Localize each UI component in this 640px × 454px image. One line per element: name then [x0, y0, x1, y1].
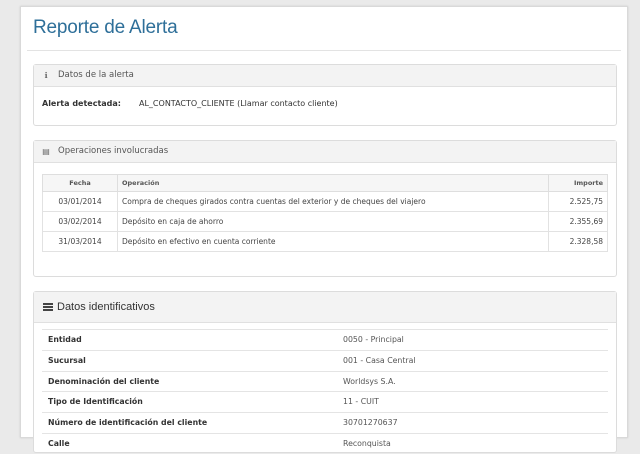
alert-detected-label: Alerta detectada: [42, 99, 122, 108]
list-item: Denominación del cliente Worldsys S.A. [42, 370, 608, 392]
column-header-importe: Importe [548, 174, 608, 192]
alert-detected-value: AL_CONTACTO_CLIENTE (Llamar contacto cli… [139, 99, 338, 108]
report-page: Reporte de Alerta ℹ Datos de la alerta A… [20, 6, 628, 453]
table-row: 31/03/2014 Depósito en efectivo en cuent… [42, 231, 608, 252]
table-row: 03/01/2014 Compra de cheques girados con… [42, 191, 608, 212]
page-title: Reporte de Alerta [33, 17, 178, 38]
title-divider [27, 50, 621, 51]
identity-label: Calle [48, 438, 70, 448]
alert-panel-header: ℹ Datos de la alerta [34, 65, 616, 87]
alert-panel: ℹ Datos de la alerta Alerta detectada: A… [33, 64, 617, 126]
table-icon: ▤ [42, 147, 50, 156]
cell-operacion: Depósito en efectivo en cuenta corriente [117, 231, 549, 252]
identity-label: Denominación del cliente [48, 376, 160, 386]
identity-value: Reconquista [343, 438, 391, 448]
list-item: Tipo de Identificación 11 - CUIT [42, 391, 608, 412]
column-header-operacion: Operación [117, 174, 549, 192]
list-item: Calle Reconquista [42, 432, 608, 454]
cell-fecha: 03/02/2014 [42, 211, 118, 232]
table-row: 03/02/2014 Depósito en caja de ahorro 2.… [42, 211, 608, 232]
identity-label: Tipo de Identificación [48, 397, 143, 407]
operations-panel-header: ▤ Operaciones involucradas [34, 141, 616, 163]
cell-fecha: 31/03/2014 [42, 231, 118, 252]
list-item: Número de identificación del cliente 307… [42, 412, 608, 433]
alert-panel-title: Datos de la alerta [58, 70, 134, 80]
identity-label: Sucursal [48, 355, 86, 365]
identity-panel-title: Datos identificativos [57, 301, 155, 313]
list-item: Sucursal 001 - Casa Central [42, 349, 608, 371]
cell-importe: 2.355,69 [548, 211, 608, 232]
identity-label: Entidad [48, 335, 82, 344]
table-header-row: Fecha Operación Importe [42, 174, 608, 192]
identity-value: 001 - Casa Central [343, 355, 416, 365]
identity-value: 30701270637 [343, 418, 398, 428]
identity-panel: Datos identificativos Entidad 0050 - Pri… [33, 291, 617, 453]
cell-operacion: Depósito en caja de ahorro [117, 211, 549, 232]
cell-operacion: Compra de cheques girados contra cuentas… [117, 191, 549, 212]
cell-importe: 2.328,58 [548, 231, 608, 252]
cell-fecha: 03/01/2014 [42, 191, 118, 212]
operations-panel: ▤ Operaciones involucradas Fecha Operaci… [33, 140, 617, 277]
identity-panel-header: Datos identificativos [34, 292, 616, 323]
list-item: Entidad 0050 - Principal [42, 329, 608, 350]
column-header-fecha: Fecha [42, 174, 118, 192]
info-icon: ℹ [44, 71, 48, 80]
cell-importe: 2.525,75 [548, 191, 608, 212]
identity-value: 0050 - Principal [343, 335, 404, 344]
identity-value: 11 - CUIT [343, 397, 379, 407]
identity-label: Número de identificación del cliente [48, 418, 208, 428]
operations-panel-title: Operaciones involucradas [58, 146, 169, 156]
operations-table: Fecha Operación Importe 03/01/2014 Compr… [42, 174, 608, 252]
identity-value: Worldsys S.A. [343, 376, 396, 386]
list-icon [43, 303, 53, 311]
